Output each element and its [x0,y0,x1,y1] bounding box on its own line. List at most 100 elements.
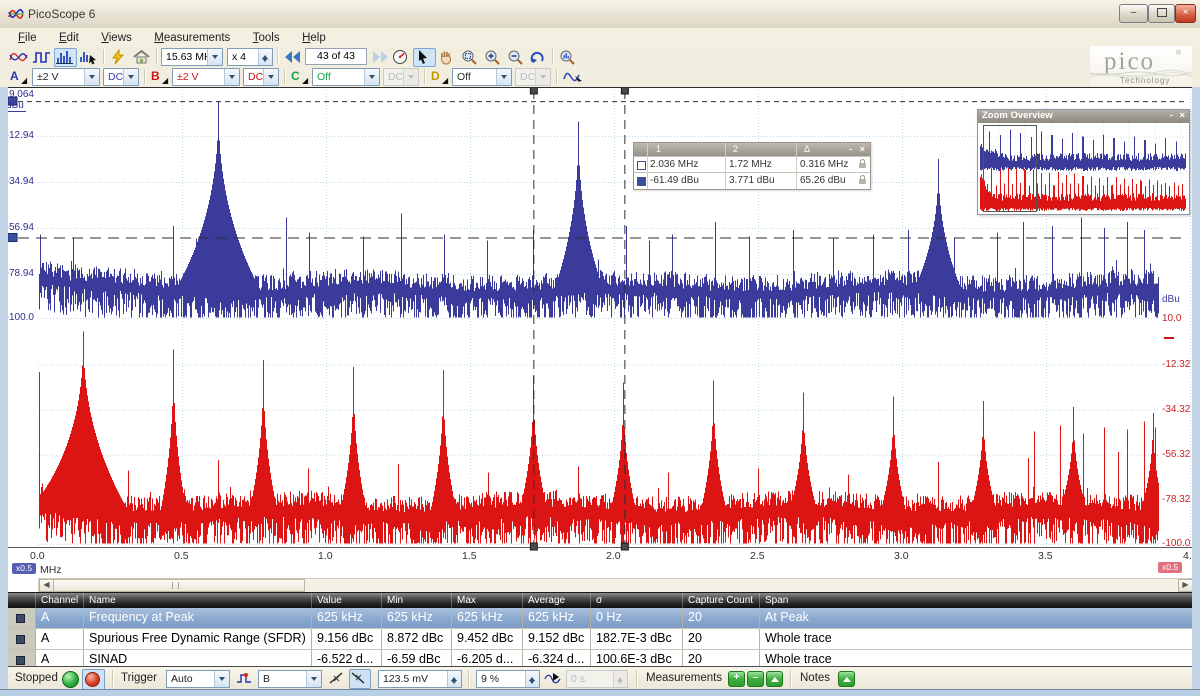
column-header[interactable]: Min [381,593,451,608]
channel-d-coupling-value: DC [520,71,535,83]
column-header[interactable]: σ [590,593,682,608]
edit-measurement-button[interactable] [766,671,783,687]
spectrum-range-select[interactable]: 15.63 MHz [161,48,223,66]
start-capture-button[interactable] [62,671,79,688]
add-measurement-button[interactable]: + [728,671,745,687]
column-header[interactable]: Capture Count [682,593,759,608]
chevron-down-icon[interactable] [84,69,99,85]
undo-zoom-button[interactable] [528,48,551,67]
y-tick-left: -78.94 [8,268,34,279]
channel-b-range-select[interactable]: ±2 V [172,68,240,86]
remove-measurement-button[interactable]: – [747,671,764,687]
channel-a-range-select[interactable]: ±2 V [32,68,100,86]
pan-tool-button[interactable] [436,48,459,67]
measurement-cell: 0 Hz [590,608,682,628]
zoom-overview-close[interactable]: × [1179,110,1185,121]
pre-trigger-stepper[interactable]: 9 % [476,670,540,688]
chevron-down-icon[interactable] [364,69,379,85]
channel-d-label[interactable]: D [431,69,440,83]
persistence-view-button[interactable] [31,48,54,67]
notes-button[interactable] [838,671,855,687]
chevron-down-icon[interactable] [207,49,222,65]
scope-view-button[interactable] [8,48,31,67]
zoom-out-button[interactable] [505,48,528,67]
chevron-down-icon[interactable] [224,69,239,85]
ruler-legend-minimize[interactable]: - [849,144,852,154]
column-header[interactable]: Name [83,593,311,608]
channel-a-options-arrow[interactable]: ◢ [21,76,27,85]
column-header[interactable]: Span- [759,593,1200,608]
x-scale-badge-right: x0.5 [1158,562,1182,573]
falling-edge-button[interactable] [349,669,371,689]
chevron-down-icon[interactable] [263,69,278,85]
buffer-position-box[interactable]: 43 of 43 [305,48,367,65]
channel-c-label[interactable]: C [291,69,300,83]
separator [552,49,554,64]
chevron-down-icon[interactable] [496,69,511,85]
advanced-trigger-icon[interactable] [236,671,252,686]
column-header[interactable]: Channel [35,593,83,608]
spectrum-view-button[interactable] [54,48,77,67]
scrollbar-thumb[interactable] [53,579,305,592]
menu-tools[interactable]: Tools [253,30,280,44]
zoom-factor-stepper[interactable]: x 4 [227,48,273,66]
awg-button[interactable] [562,68,585,87]
menu-help[interactable]: Help [302,30,326,44]
channel-a-label[interactable]: A [10,69,19,83]
zoom-overview-selection[interactable] [983,125,1037,212]
trigger-source-select[interactable]: B [258,670,322,688]
channel-b-options-arrow[interactable]: ◢ [162,76,168,85]
previous-buffer-button[interactable] [282,48,305,67]
title-bar[interactable]: PicoScope 6 – × [0,0,1200,29]
measurements-table[interactable]: ChannelNameValueMinMaxAverageσCapture Co… [8,592,1192,667]
stop-capture-button[interactable] [82,669,105,690]
measurement-row[interactable]: AFrequency at Peak625 kHz625 kHz625 kHz6… [8,608,1192,629]
ruler-col-delta: Δ [804,144,810,154]
zoom-overview-titlebar[interactable]: Zoom Overview - × [978,110,1189,123]
channel-d-options-arrow[interactable]: ◢ [442,76,448,85]
channel-c-range-select[interactable]: Off [312,68,380,86]
spectrum-plot-area[interactable]: 9.064-12.94-34.94-56.94-78.94-100.010.0-… [8,87,1192,593]
horizontal-scrollbar[interactable]: ◀ ▶ [38,578,1192,593]
ruler-legend[interactable]: 1 2 Δ - × 2.036 MHz 1.72 MHz 0.316 MHz -… [633,142,871,190]
ruler-legend-close[interactable]: × [860,144,865,154]
measurement-row[interactable]: ASpurious Free Dynamic Range (SFDR)9.156… [8,629,1192,650]
add-view-button[interactable] [77,48,100,67]
device-setup-button[interactable] [108,48,131,67]
menu-edit[interactable]: Edit [59,30,79,44]
stepper-arrows[interactable] [258,49,272,65]
menu-file[interactable]: File [18,30,37,44]
lock-icon[interactable] [859,179,866,184]
marquee-zoom-button[interactable] [459,48,482,67]
minimize-button[interactable]: – [1119,4,1148,23]
channel-d-range-select[interactable]: Off [452,68,512,86]
close-button[interactable]: × [1175,4,1196,23]
zoom-full-button[interactable] [557,48,580,67]
menu-measurements[interactable]: Measurements [154,30,230,44]
chevron-down-icon[interactable] [123,69,138,85]
zoom-overview-panel[interactable]: Zoom Overview - × [977,109,1190,215]
zoom-in-button[interactable] [482,48,505,67]
lock-icon[interactable] [859,163,866,168]
channel-b-coupling-select[interactable]: DC [243,68,279,86]
rising-edge-button[interactable] [328,670,347,687]
trigger-source-value: B [263,673,270,685]
home-button[interactable] [131,48,154,67]
scroll-left-button[interactable]: ◀ [39,579,54,592]
channel-c-options-arrow[interactable]: ◢ [302,76,308,85]
y-tick-left: 9.064 [8,89,34,100]
channel-b-label[interactable]: B [151,69,160,83]
select-tool-button[interactable] [413,48,436,67]
menu-views[interactable]: Views [101,30,131,44]
trigger-mode-select[interactable]: Auto [166,670,230,688]
channel-a-coupling-select[interactable]: DC [103,68,139,86]
zoom-overview-minimize[interactable]: - [1170,110,1173,121]
maximize-button[interactable] [1148,4,1175,23]
scroll-right-button[interactable]: ▶ [1178,579,1192,592]
delay-icon[interactable] [544,671,561,686]
column-header[interactable]: Average [522,593,590,608]
trigger-level-stepper[interactable]: 123.5 mV [378,670,462,688]
column-header[interactable]: Max [451,593,522,608]
buffer-navigator-button[interactable] [390,48,413,67]
column-header[interactable]: Value [311,593,381,608]
